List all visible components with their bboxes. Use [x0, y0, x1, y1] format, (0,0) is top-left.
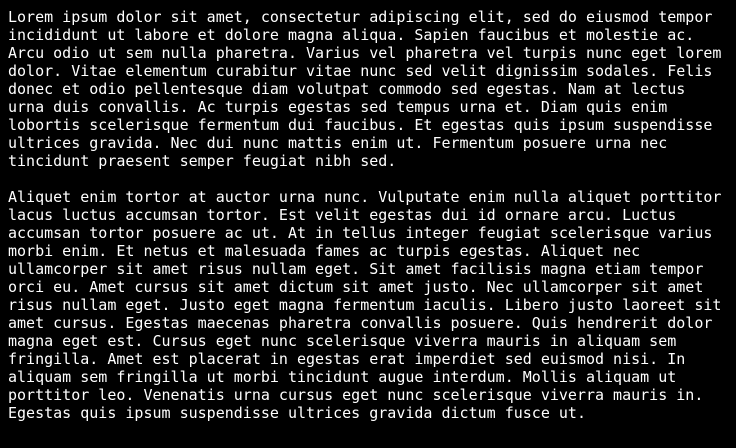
terminal-output: Lorem ipsum dolor sit amet, consectetur …	[0, 0, 736, 448]
terminal-line: incididunt ut labore et dolore magna ali…	[8, 26, 695, 44]
terminal-line: tincidunt praesent semper feugiat nibh s…	[8, 152, 397, 170]
terminal-line: risus nullam eget. Justo eget magna ferm…	[8, 296, 722, 314]
terminal-line: Arcu odio ut sem nulla pharetra. Varius …	[8, 44, 722, 62]
terminal-line: fringilla. Amet est placerat in egestas …	[8, 350, 686, 368]
terminal-line: ultrices gravida. Nec dui nunc mattis en…	[8, 134, 668, 152]
terminal-line: urna duis convallis. Ac turpis egestas s…	[8, 98, 668, 116]
terminal-line: orci eu. Amet cursus sit amet dictum sit…	[8, 278, 704, 296]
terminal-line: Egestas quis ipsum suspendisse ultrices …	[8, 404, 586, 422]
terminal-line: lobortis scelerisque fermentum dui fauci…	[8, 116, 713, 134]
terminal-line: accumsan tortor posuere ac ut. At in tel…	[8, 224, 713, 242]
terminal-line: morbi enim. Et netus et malesuada fames …	[8, 242, 641, 260]
terminal-line: amet cursus. Egestas maecenas pharetra c…	[8, 314, 713, 332]
terminal-line: ullamcorper sit amet risus nullam eget. …	[8, 260, 704, 278]
terminal-line: donec et odio pellentesque diam volutpat…	[8, 80, 686, 98]
terminal-line: aliquam sem fringilla ut morbi tincidunt…	[8, 368, 677, 386]
terminal-line: porttitor leo. Venenatis urna cursus ege…	[8, 386, 704, 404]
terminal-line: Lorem ipsum dolor sit amet, consectetur …	[8, 8, 713, 26]
terminal-line: Aliquet enim tortor at auctor urna nunc.…	[8, 188, 722, 206]
terminal-line: dolor. Vitae elementum curabitur vitae n…	[8, 62, 713, 80]
terminal-line: magna eget est. Cursus eget nunc sceleri…	[8, 332, 677, 350]
terminal-line: lacus luctus accumsan tortor. Est velit …	[8, 206, 677, 224]
